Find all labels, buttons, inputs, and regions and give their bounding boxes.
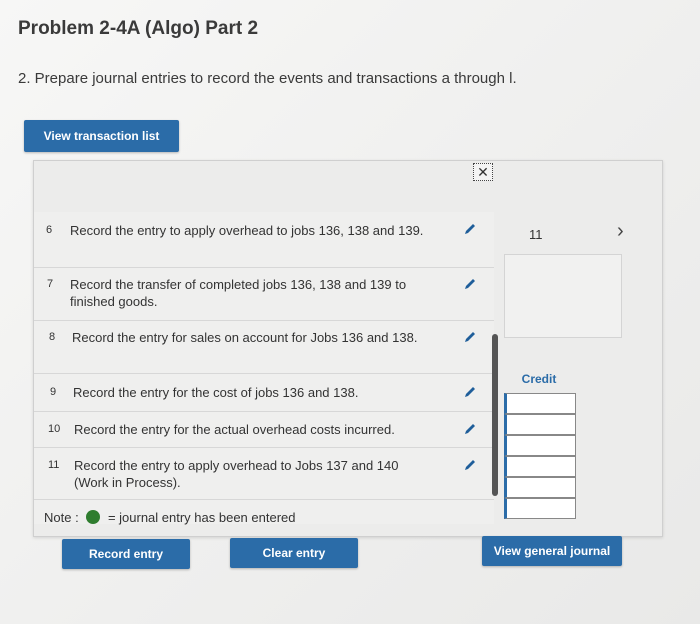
pencil-icon[interactable] [463,422,477,436]
credit-input[interactable] [504,456,576,477]
credit-input[interactable] [504,393,576,414]
page-title: Problem 2-4A (Algo) Part 2 [18,18,259,39]
transaction-list: 6 Record the entry to apply overhead to … [34,212,494,524]
transaction-row[interactable]: 7 Record the transfer of completed jobs … [34,267,494,321]
pencil-icon[interactable] [463,222,477,236]
transaction-number: 11 [48,459,60,471]
note-prefix: Note : [44,510,79,525]
transaction-row[interactable]: 8 Record the entry for sales on account … [34,320,494,374]
view-transaction-list-button[interactable]: View transaction list [24,120,179,152]
instruction-text: 2. Prepare journal entries to record the… [18,70,517,87]
transaction-text: Record the entry for the cost of jobs 13… [73,385,359,400]
entry-number: 11 [529,227,543,242]
entry-detail-box [504,254,622,338]
pencil-icon[interactable] [463,330,477,344]
transaction-row[interactable]: 9 Record the entry for the cost of jobs … [34,373,494,412]
clear-entry-button[interactable]: Clear entry [230,538,358,568]
transaction-text: Record the transfer of completed jobs 13… [70,277,407,309]
entered-indicator-icon [86,510,101,524]
transaction-number: 10 [48,423,61,435]
scrollbar-thumb[interactable] [492,334,498,496]
chevron-right-icon[interactable]: › [617,220,624,243]
transaction-text: Record the entry to apply overhead to jo… [70,223,424,238]
transaction-row[interactable]: 10 Record the entry for the actual overh… [34,411,494,448]
transaction-text: Record the entry to apply overhead to Jo… [74,458,399,490]
credit-input[interactable] [504,435,576,456]
credit-column-header: Credit [521,372,557,386]
credit-input[interactable] [504,498,576,519]
pencil-icon[interactable] [463,277,477,291]
credit-input[interactable] [504,477,576,498]
legend-note: Note : = journal entry has been entered [44,510,296,525]
transaction-number: 7 [47,278,54,290]
note-suffix: = journal entry has been entered [107,510,296,525]
view-general-journal-button[interactable]: View general journal [482,536,622,566]
transaction-text: Record the entry for sales on account fo… [72,330,418,345]
pencil-icon[interactable] [463,458,477,472]
close-icon[interactable]: ✕ [473,163,493,181]
transaction-row[interactable]: 11 Record the entry to apply overhead to… [34,447,494,500]
record-entry-button[interactable]: Record entry [62,539,190,569]
transaction-number: 6 [46,224,53,236]
pencil-icon[interactable] [463,385,477,399]
transaction-number: 8 [49,331,56,343]
credit-input[interactable] [504,414,576,435]
transaction-text: Record the entry for the actual overhead… [74,422,395,437]
transaction-row[interactable]: 6 Record the entry to apply overhead to … [34,212,494,268]
transaction-number: 9 [50,386,57,398]
